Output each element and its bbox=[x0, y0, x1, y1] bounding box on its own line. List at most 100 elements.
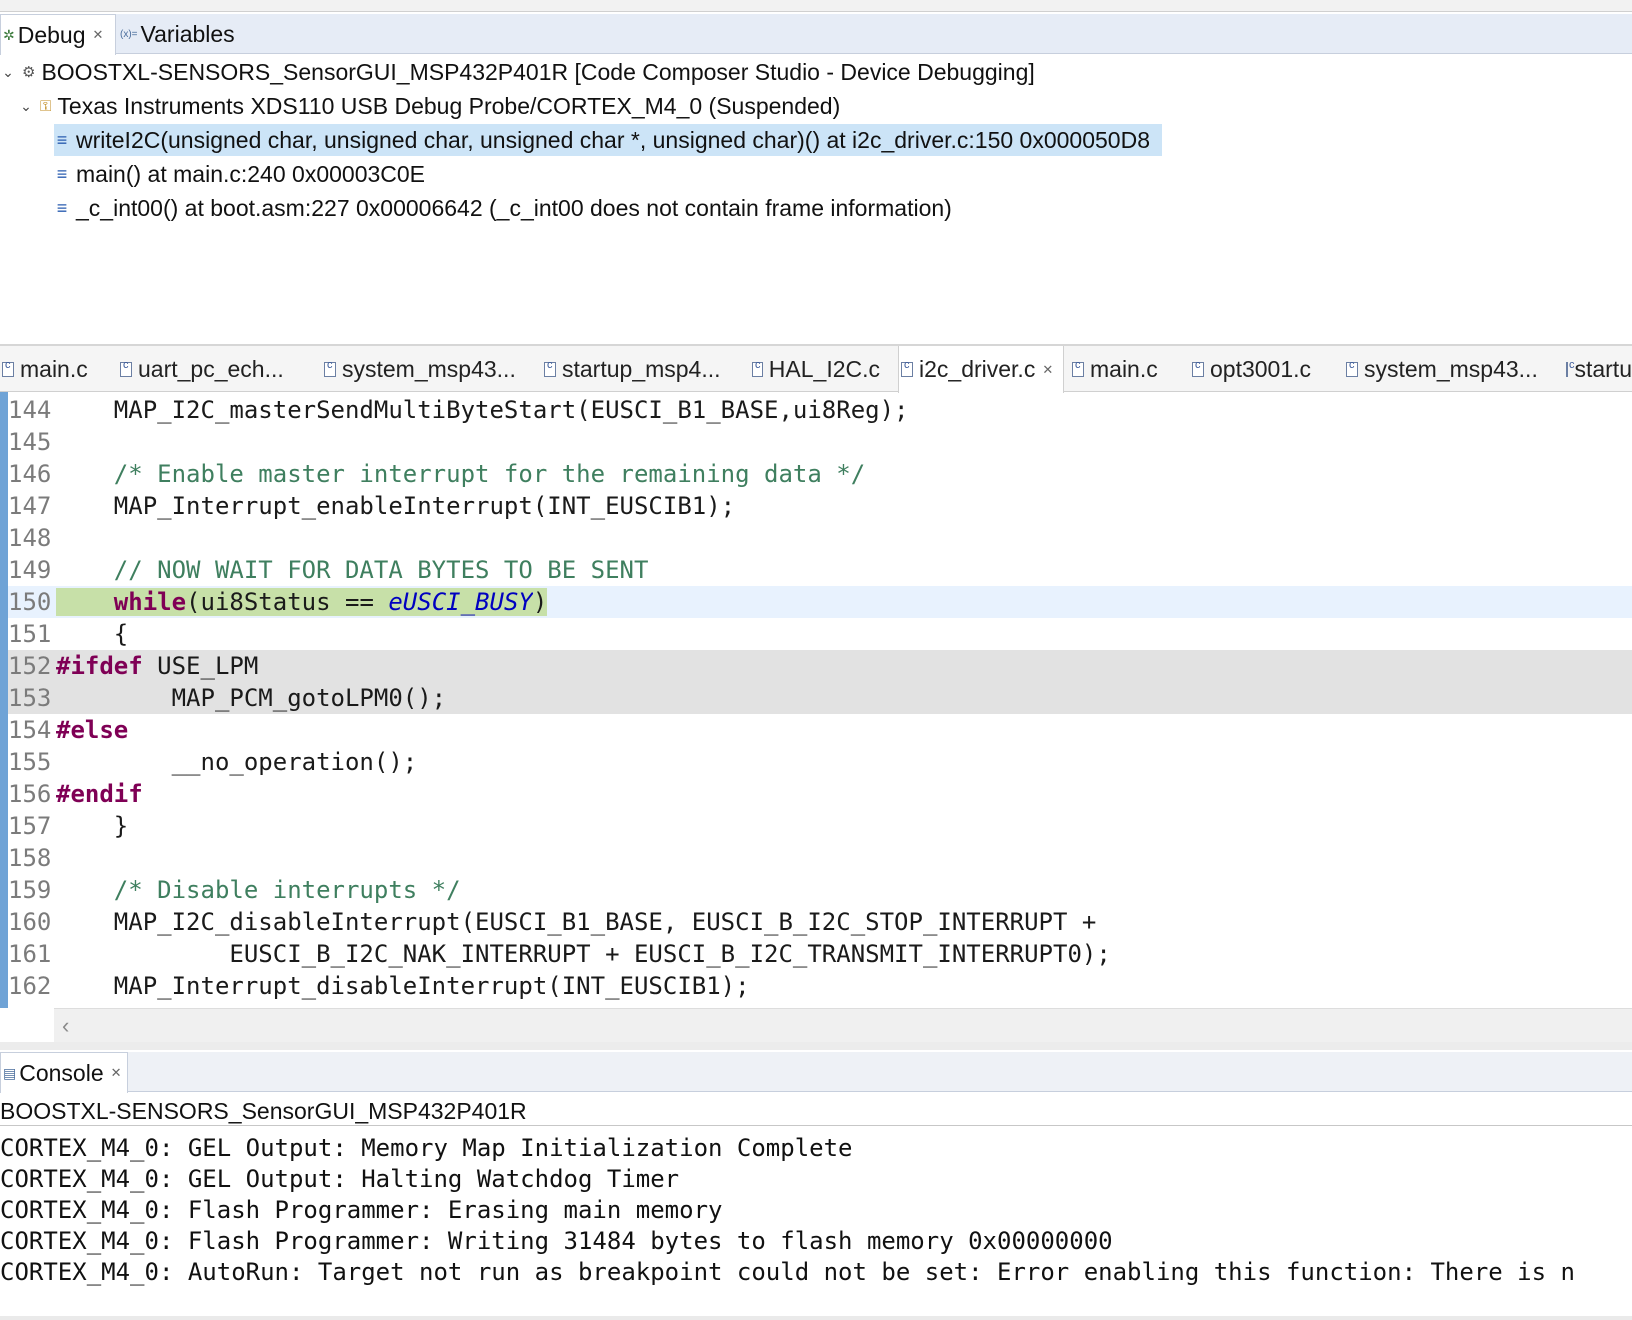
code-token: MAP_Interrupt_enableInterrupt(INT_EUSCIB… bbox=[56, 492, 736, 520]
code-line[interactable]: 156 #endif bbox=[8, 778, 1632, 810]
editor-tab-system-msp432-2[interactable]: system_msp43... bbox=[1344, 346, 1540, 392]
close-icon[interactable]: ✕ bbox=[93, 27, 104, 43]
console-line: CORTEX_M4_0: GEL Output: Halting Watchdo… bbox=[0, 1165, 680, 1193]
code-text: EUSCI_B_I2C_NAK_INTERRUPT + EUSCI_B_I2C_… bbox=[56, 940, 1111, 968]
console-output[interactable]: CORTEX_M4_0: GEL Output: Memory Map Init… bbox=[0, 1128, 1632, 1320]
line-number: 154 bbox=[8, 716, 52, 744]
editor-tab-label: startup_msp4... bbox=[562, 355, 721, 382]
stack-frame-label: _c_int00() at boot.asm:227 0x00006642 (_… bbox=[76, 194, 952, 221]
code-token: while bbox=[113, 588, 187, 616]
code-line[interactable]: 151 { bbox=[8, 618, 1632, 650]
code-line[interactable]: 148 bbox=[8, 522, 1632, 554]
editor-tab-label: system_msp43... bbox=[1364, 355, 1538, 382]
stack-frame-icon: ≡ bbox=[56, 129, 68, 150]
editor-tab-hal-i2c[interactable]: HAL_I2C.c bbox=[750, 346, 880, 392]
tab-debug[interactable]: ✲ Debug ✕ bbox=[0, 14, 116, 55]
code-text: /* Disable interrupts */ bbox=[56, 876, 461, 904]
c-file-icon bbox=[901, 359, 913, 377]
line-number: 153 bbox=[8, 684, 52, 712]
editor-tab-startup-overflow[interactable]: startu bbox=[1564, 346, 1632, 392]
code-line[interactable]: 154 #else bbox=[8, 714, 1632, 746]
code-line[interactable]: 145 bbox=[8, 426, 1632, 458]
code-token: #else bbox=[56, 716, 129, 744]
window-top-edge bbox=[0, 0, 1632, 12]
code-text: MAP_Interrupt_enableInterrupt(INT_EUSCIB… bbox=[56, 492, 735, 520]
line-number: 151 bbox=[8, 620, 52, 648]
code-token: __no_operation(); bbox=[56, 748, 418, 776]
console-line: CORTEX_M4_0: Flash Programmer: Writing 3… bbox=[0, 1227, 1113, 1255]
line-number: 147 bbox=[8, 492, 52, 520]
code-text: MAP_I2C_masterSendMultiByteStart(EUSCI_B… bbox=[56, 396, 909, 424]
stack-frame[interactable]: ≡ main() at main.c:240 0x00003C0E bbox=[54, 158, 425, 190]
editor-tabbar: main.c uart_pc_ech... system_msp43... st… bbox=[0, 346, 1632, 393]
line-number: 152 bbox=[8, 652, 52, 680]
editor-tab-uart-pc-echo[interactable]: uart_pc_ech... bbox=[118, 346, 308, 392]
console-line: CORTEX_M4_0: Flash Programmer: Erasing m… bbox=[0, 1196, 723, 1224]
editor-tab-label: main.c bbox=[1090, 355, 1158, 382]
code-token: EUSCI_B_I2C_NAK_INTERRUPT + EUSCI_B_I2C_… bbox=[56, 940, 1111, 968]
editor-tab-startup-msp432[interactable]: startup_msp4... bbox=[542, 346, 722, 392]
code-line[interactable]: 152 #ifdef USE_LPM bbox=[8, 650, 1632, 682]
console-line: CORTEX_M4_0: GEL Output: Memory Map Init… bbox=[0, 1134, 853, 1162]
tree-item-label: BOOSTXL-SENSORS_SensorGUI_MSP432P401R [C… bbox=[41, 58, 1035, 85]
c-file-icon bbox=[1072, 359, 1084, 377]
code-token: // NOW WAIT FOR DATA BYTES TO BE SENT bbox=[113, 556, 649, 584]
close-icon[interactable]: ✕ bbox=[111, 1065, 122, 1081]
code-text: #else bbox=[56, 716, 128, 744]
editor-tab-opt3001[interactable]: opt3001.c bbox=[1190, 346, 1320, 392]
line-number: 158 bbox=[8, 844, 52, 872]
editor-tab-main-c[interactable]: main.c bbox=[0, 346, 112, 392]
editor-tab-main-c-2[interactable]: main.c bbox=[1070, 346, 1174, 392]
launch-config-icon: ⚙ bbox=[22, 64, 36, 81]
chevron-left-icon[interactable]: ‹ bbox=[62, 1013, 69, 1039]
code-line[interactable]: 160 MAP_I2C_disableInterrupt(EUSCI_B1_BA… bbox=[8, 906, 1632, 938]
view-divider bbox=[0, 1042, 1632, 1050]
line-number: 155 bbox=[8, 748, 52, 776]
tab-console[interactable]: ▤ Console ✕ bbox=[0, 1052, 128, 1093]
code-text: #endif bbox=[56, 780, 143, 808]
code-line[interactable]: 158 bbox=[8, 842, 1632, 874]
close-icon[interactable]: ✕ bbox=[1042, 362, 1053, 378]
code-text: } bbox=[56, 812, 128, 840]
code-token: ) bbox=[532, 588, 548, 616]
code-line[interactable]: 159 /* Disable interrupts */ bbox=[8, 874, 1632, 906]
code-line[interactable]: 149 // NOW WAIT FOR DATA BYTES TO BE SEN… bbox=[8, 554, 1632, 586]
tab-debug-label: Debug bbox=[17, 21, 86, 48]
editor-tab-label: uart_pc_ech... bbox=[138, 355, 284, 382]
line-number: 149 bbox=[8, 556, 52, 584]
code-line[interactable]: 147 MAP_Interrupt_enableInterrupt(INT_EU… bbox=[8, 490, 1632, 522]
stack-frame[interactable]: ≡ _c_int00() at boot.asm:227 0x00006642 … bbox=[54, 192, 952, 224]
editor-tab-i2c-driver[interactable]: i2c_driver.c ✕ bbox=[898, 346, 1064, 393]
code-line[interactable]: 161 EUSCI_B_I2C_NAK_INTERRUPT + EUSCI_B_… bbox=[8, 938, 1632, 970]
code-token: MAP_Interrupt_disableInterrupt(INT_EUSCI… bbox=[56, 972, 750, 1000]
code-text: // NOW WAIT FOR DATA BYTES TO BE SENT bbox=[56, 556, 649, 584]
code-text: while(ui8Status == eUSCI_BUSY) bbox=[56, 588, 548, 616]
stack-frame-selected[interactable]: ≡ writeI2C(unsigned char, unsigned char,… bbox=[54, 124, 1162, 156]
code-line[interactable]: 157 } bbox=[8, 810, 1632, 842]
editor-tab-label: main.c bbox=[20, 355, 88, 382]
line-number: 160 bbox=[8, 908, 52, 936]
code-line[interactable]: 153 MAP_PCM_gotoLPM0(); bbox=[8, 682, 1632, 714]
code-line[interactable]: 162 MAP_Interrupt_disableInterrupt(INT_E… bbox=[8, 970, 1632, 1002]
tree-item-launch[interactable]: ⌄ ⚙ BOOSTXL-SENSORS_SensorGUI_MSP432P401… bbox=[0, 56, 1035, 88]
tab-variables[interactable]: (x)= Variables bbox=[118, 14, 235, 54]
console-icon: ▤ bbox=[3, 1064, 17, 1081]
editor-tab-label: system_msp43... bbox=[342, 355, 516, 382]
code-token bbox=[56, 588, 114, 616]
chevron-down-icon[interactable]: ⌄ bbox=[18, 98, 34, 115]
chevron-down-icon[interactable]: ⌄ bbox=[0, 64, 16, 81]
debug-view: ✲ Debug ✕ (x)= Variables ⌄ ⚙ BOOSTXL-SEN… bbox=[0, 0, 1632, 342]
code-line-current[interactable]: 150 while(ui8Status == eUSCI_BUSY) bbox=[8, 586, 1632, 618]
code-line[interactable]: 144 MAP_I2C_masterSendMultiByteStart(EUS… bbox=[8, 394, 1632, 426]
code-token: { bbox=[56, 620, 129, 648]
code-text: MAP_Interrupt_disableInterrupt(INT_EUSCI… bbox=[56, 972, 750, 1000]
code-line[interactable]: 155 __no_operation(); bbox=[8, 746, 1632, 778]
tree-item-thread[interactable]: ⌄ ⚿ Texas Instruments XDS110 USB Debug P… bbox=[18, 90, 840, 122]
code-area[interactable]: 144 MAP_I2C_masterSendMultiByteStart(EUS… bbox=[8, 392, 1632, 1008]
overview-ruler bbox=[0, 392, 8, 1008]
code-line[interactable]: 146 /* Enable master interrupt for the r… bbox=[8, 458, 1632, 490]
stack-frame-icon: ≡ bbox=[56, 163, 68, 184]
editor-tab-system-msp432[interactable]: system_msp43... bbox=[322, 346, 518, 392]
horizontal-scrollbar[interactable]: ‹ bbox=[54, 1008, 1632, 1042]
